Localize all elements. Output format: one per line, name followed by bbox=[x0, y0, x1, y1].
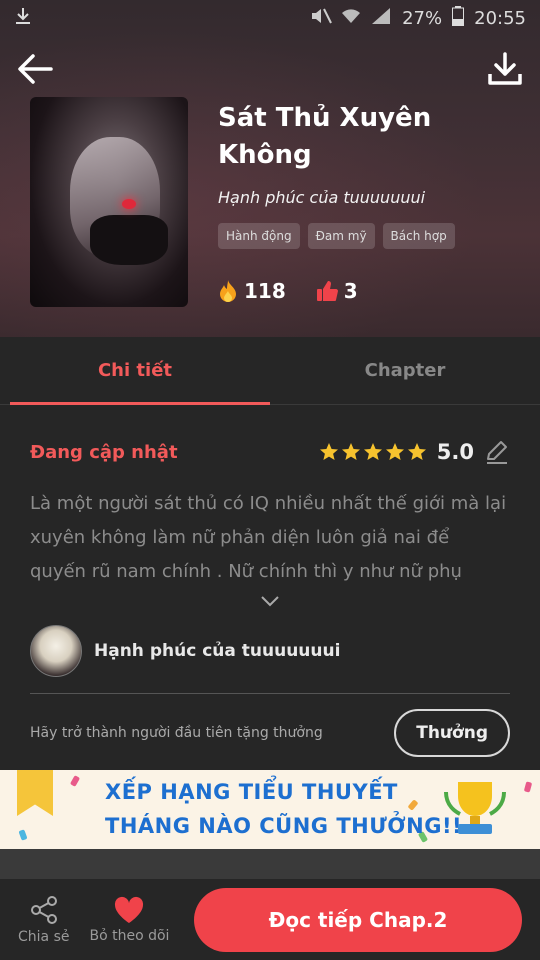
update-status: Đang cập nhật bbox=[30, 441, 178, 463]
views-stat: 118 bbox=[218, 279, 286, 303]
ranking-banner[interactable]: XẾP HẠNG TIỂU THUYẾT THÁNG NÀO CŨNG THƯỞ… bbox=[0, 770, 540, 849]
status-bar: 27% 20:55 bbox=[0, 0, 540, 36]
bottom-action-bar: Chia sẻ Bỏ theo dõi Đọc tiếp Chap.2 bbox=[0, 879, 540, 960]
book-description: Là một người sát thủ có IQ nhiều nhất th… bbox=[30, 493, 507, 582]
banner-line-2: THÁNG NÀO CŨNG THƯỞNG!! bbox=[105, 814, 463, 838]
tag-list: Hành động Đam mỹ Bách hợp bbox=[218, 223, 518, 249]
detail-panel: Đang cập nhật 5.0 Là một người sát thủ c… bbox=[0, 406, 540, 770]
likes-count: 3 bbox=[343, 279, 358, 303]
unfollow-label: Bỏ theo dõi bbox=[89, 927, 170, 944]
share-button[interactable]: Chia sẻ bbox=[18, 895, 69, 945]
avatar bbox=[30, 625, 82, 677]
star-icon bbox=[341, 443, 360, 460]
tab-chapters[interactable]: Chapter bbox=[270, 337, 540, 404]
fire-icon bbox=[220, 280, 236, 302]
battery-percent: 27% bbox=[402, 7, 443, 29]
uploader-row[interactable]: Hạnh phúc của tuuuuuuui bbox=[30, 625, 510, 694]
book-title: Sát Thủ Xuyên Không bbox=[218, 103, 432, 170]
share-label: Chia sẻ bbox=[18, 928, 70, 945]
pencil-icon[interactable] bbox=[484, 439, 510, 465]
clock: 20:55 bbox=[474, 7, 526, 29]
likes-stat: 3 bbox=[316, 279, 358, 303]
rating[interactable]: 5.0 bbox=[319, 439, 510, 465]
views-count: 118 bbox=[244, 279, 286, 303]
book-info: Sát Thủ Xuyên Không Hạnh phúc của tuuuuu… bbox=[218, 100, 518, 303]
download-button[interactable] bbox=[484, 48, 526, 90]
tag-item[interactable]: Hành động bbox=[218, 223, 300, 249]
reward-row: Hãy trở thành người đầu tiên tặng thưởng… bbox=[30, 709, 510, 757]
divider bbox=[0, 849, 540, 879]
book-stats: 118 3 bbox=[218, 279, 518, 303]
unfollow-button[interactable]: Bỏ theo dõi bbox=[89, 896, 169, 944]
mute-icon bbox=[310, 7, 333, 30]
share-icon bbox=[30, 895, 57, 924]
star-icon bbox=[363, 443, 382, 460]
book-author[interactable]: Hạnh phúc của tuuuuuuui bbox=[218, 188, 518, 207]
thumbs-up-icon bbox=[316, 281, 338, 301]
signal-icon bbox=[370, 7, 392, 30]
continue-reading-button[interactable]: Đọc tiếp Chap.2 bbox=[194, 887, 522, 952]
tab-bar: Chi tiết Chapter bbox=[0, 337, 540, 405]
uploader-name: Hạnh phúc của tuuuuuuui bbox=[94, 641, 341, 661]
wifi-icon bbox=[340, 7, 362, 30]
star-icon bbox=[385, 443, 404, 460]
trophy-icon bbox=[444, 782, 506, 834]
banner-line-1: XẾP HẠNG TIỂU THUYẾT bbox=[105, 780, 398, 804]
back-button[interactable] bbox=[14, 48, 56, 90]
star-rating bbox=[319, 442, 427, 462]
battery-icon bbox=[452, 5, 465, 31]
download-icon bbox=[488, 52, 522, 85]
star-icon bbox=[319, 443, 338, 460]
arrow-left-icon bbox=[18, 54, 53, 84]
rating-value: 5.0 bbox=[436, 440, 474, 464]
heart-icon bbox=[115, 896, 144, 923]
ribbon-icon bbox=[17, 770, 53, 816]
star-icon bbox=[407, 443, 426, 460]
reward-button[interactable]: Thưởng bbox=[394, 709, 510, 757]
expand-description-button[interactable] bbox=[30, 595, 510, 607]
chevron-down-icon bbox=[261, 596, 279, 607]
reward-text: Hãy trở thành người đầu tiên tặng thưởng bbox=[30, 725, 323, 741]
book-cover[interactable] bbox=[30, 97, 188, 307]
tab-details[interactable]: Chi tiết bbox=[0, 337, 270, 405]
tag-item[interactable]: Bách hợp bbox=[382, 223, 455, 249]
download-notification-icon bbox=[14, 7, 32, 30]
tag-item[interactable]: Đam mỹ bbox=[307, 223, 375, 249]
